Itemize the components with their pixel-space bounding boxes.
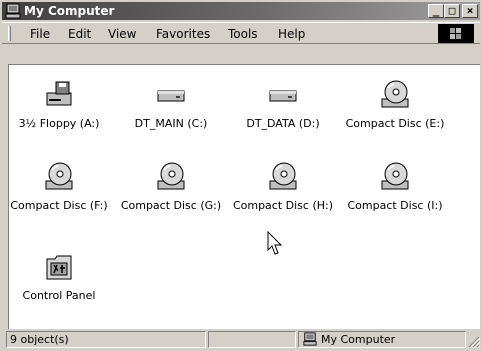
drive-item-e[interactable]: Compact Disc (E:) bbox=[339, 79, 451, 149]
window-title: My Computer bbox=[24, 4, 115, 18]
control-panel-item[interactable]: Control Panel bbox=[3, 251, 115, 321]
menu-tools[interactable]: Tools bbox=[228, 27, 258, 41]
drive-item-i[interactable]: Compact Disc (I:) bbox=[339, 161, 451, 231]
item-label: Compact Disc (E:) bbox=[345, 117, 445, 130]
drive-item-g[interactable]: Compact Disc (G:) bbox=[115, 161, 227, 231]
my-computer-window: My Computer _ □ × File Edit View Favorit… bbox=[0, 0, 482, 351]
menu-bar: File Edit View Favorites Tools Help bbox=[2, 22, 480, 44]
my-computer-icon bbox=[5, 3, 21, 19]
cd-drive-icon bbox=[381, 80, 409, 108]
drive-item-c[interactable]: DT_MAIN (C:) bbox=[115, 79, 227, 149]
drive-item-f[interactable]: Compact Disc (F:) bbox=[3, 161, 115, 231]
hard-drive-icon bbox=[269, 90, 297, 102]
status-object-count: 9 object(s) bbox=[6, 331, 206, 348]
menu-view[interactable]: View bbox=[108, 27, 136, 41]
close-button[interactable]: × bbox=[462, 4, 478, 18]
item-label: Compact Disc (I:) bbox=[347, 199, 443, 212]
title-bar[interactable]: My Computer _ □ × bbox=[2, 2, 480, 20]
file-view-pane[interactable]: 3½ Floppy (A:) DT_MAIN (C:) DT_DATA (D:) bbox=[8, 64, 480, 329]
status-location-label: My Computer bbox=[321, 333, 396, 346]
item-label: Compact Disc (F:) bbox=[10, 199, 108, 212]
drive-item-a[interactable]: 3½ Floppy (A:) bbox=[3, 79, 115, 149]
item-label: DT_DATA (D:) bbox=[246, 117, 320, 130]
item-label: Control Panel bbox=[22, 289, 96, 302]
windows-flag-icon bbox=[450, 28, 461, 39]
menu-grip[interactable] bbox=[8, 26, 11, 41]
maximize-button[interactable]: □ bbox=[444, 4, 460, 18]
item-label: Compact Disc (H:) bbox=[232, 199, 334, 212]
minimize-button[interactable]: _ bbox=[428, 4, 444, 18]
item-label: DT_MAIN (C:) bbox=[134, 117, 208, 130]
drive-item-h[interactable]: Compact Disc (H:) bbox=[227, 161, 339, 231]
cd-drive-icon bbox=[269, 162, 297, 190]
control-panel-icon bbox=[46, 255, 72, 280]
resize-grip-icon[interactable] bbox=[468, 336, 480, 348]
status-bar: 9 object(s) My Computer bbox=[2, 330, 480, 349]
item-label: 3½ Floppy (A:) bbox=[18, 117, 100, 130]
menu-help[interactable]: Help bbox=[278, 27, 305, 41]
drive-item-d[interactable]: DT_DATA (D:) bbox=[227, 79, 339, 149]
status-location: My Computer bbox=[298, 331, 466, 348]
status-pane-empty bbox=[208, 331, 296, 348]
menu-file[interactable]: File bbox=[30, 27, 50, 41]
cd-drive-icon bbox=[45, 162, 73, 190]
floppy-drive-icon bbox=[46, 81, 72, 106]
cd-drive-icon bbox=[381, 162, 409, 190]
menu-favorites[interactable]: Favorites bbox=[156, 27, 210, 41]
cd-drive-icon bbox=[157, 162, 185, 190]
my-computer-icon bbox=[303, 332, 317, 346]
menu-edit[interactable]: Edit bbox=[68, 27, 91, 41]
mouse-pointer-icon bbox=[267, 231, 283, 255]
item-label: Compact Disc (G:) bbox=[120, 199, 222, 212]
windows-logo-throbber bbox=[438, 24, 474, 43]
hard-drive-icon bbox=[157, 90, 185, 102]
